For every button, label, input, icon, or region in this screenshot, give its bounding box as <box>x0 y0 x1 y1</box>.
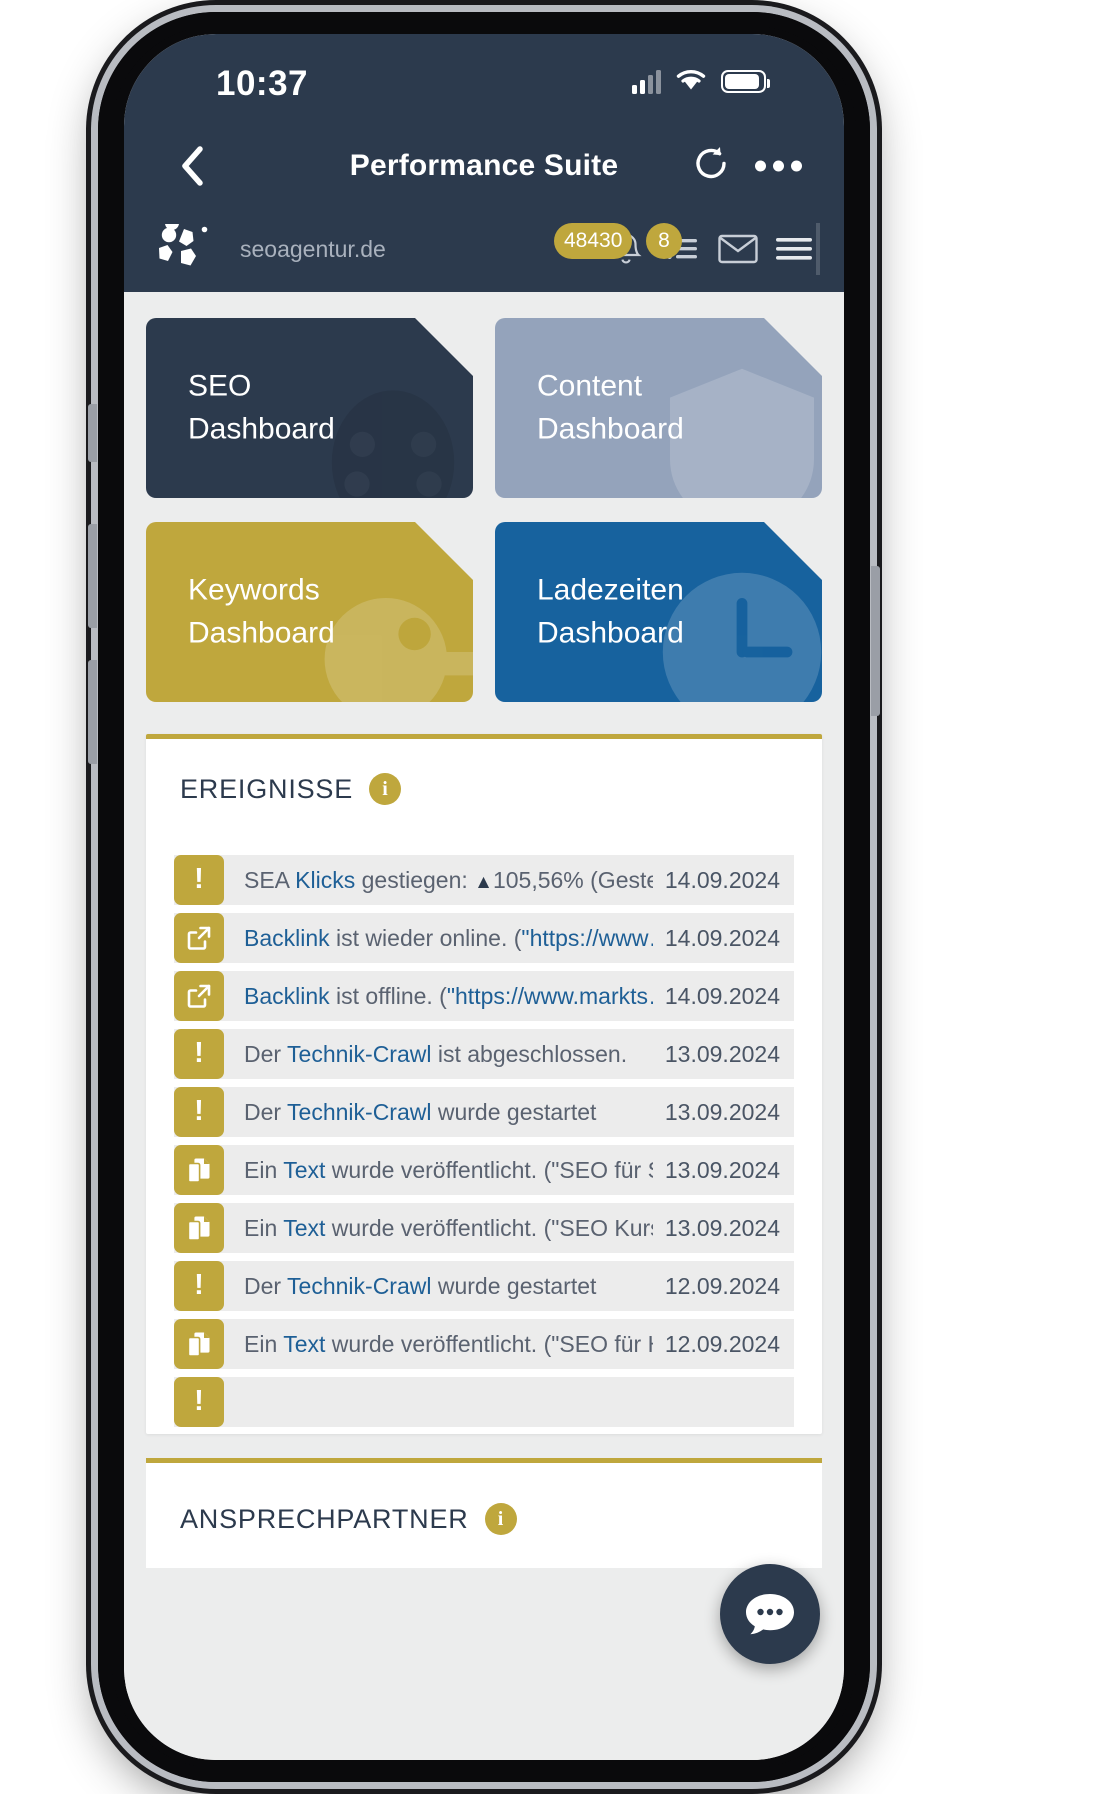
volume-down-button[interactable] <box>88 660 97 764</box>
silent-switch[interactable] <box>88 404 97 462</box>
event-row[interactable]: ! Der Technik-Crawl ist abgeschlossen. 13.… <box>174 1029 794 1079</box>
alert-icon: ! <box>174 1377 224 1427</box>
chevron-left-icon[interactable] <box>170 144 214 188</box>
ansprechpartner-card: ANSPRECHPARTNER i <box>146 1458 822 1568</box>
event-text: Der Technik-Crawl wurde gestartet <box>244 1098 597 1125</box>
event-date: 12.09.2024 <box>664 1330 780 1357</box>
event-row[interactable]: Backlink ist wieder online. ("https://ww… <box>174 913 794 963</box>
event-text: Backlink ist wieder online. ("https://ww… <box>244 924 653 951</box>
refresh-icon[interactable] <box>691 144 731 189</box>
bell-icon[interactable]: 48430 <box>554 223 652 275</box>
task-list-icon[interactable]: 8 <box>646 223 708 275</box>
alert-icon: ! <box>174 1029 224 1079</box>
page-body: SEO Dashboard Content Dashboard Keywords… <box>124 292 844 1760</box>
task-count-badge[interactable]: 8 <box>646 223 682 259</box>
nav-actions <box>691 144 802 189</box>
wifi-icon <box>674 66 708 97</box>
external-link-icon <box>174 913 224 963</box>
info-icon[interactable]: i <box>369 773 402 805</box>
tile-label: Ladezeiten Dashboard <box>537 573 684 649</box>
event-text: Ein Text wurde veröffentlicht. ("SEO für… <box>244 1156 653 1183</box>
tile-label: Content Dashboard <box>537 369 684 445</box>
events-header: EREIGNISSE i <box>146 773 822 805</box>
volume-up-button[interactable] <box>88 524 97 628</box>
partner-title: ANSPRECHPARTNER <box>180 1503 469 1534</box>
header-actions: 48430 8 <box>554 223 820 275</box>
event-text: Ein Text wurde veröffentlicht. ("SEO für… <box>244 1330 653 1357</box>
event-row[interactable]: ! SEA Klicks gestiegen: ▲105,56% (Gestern… <box>174 855 794 905</box>
event-text: SEA Klicks gestiegen: ▲105,56% (Gestern:… <box>244 866 653 893</box>
app-header: seoagentur.de 48430 8 <box>124 206 844 292</box>
event-date: 13.09.2024 <box>664 1098 780 1125</box>
event-row[interactable]: ! <box>174 1377 794 1427</box>
signal-bars-icon <box>632 69 661 94</box>
event-date: 14.09.2024 <box>664 982 780 1009</box>
events-list[interactable]: ! SEA Klicks gestiegen: ▲105,56% (Gestern… <box>146 855 822 1427</box>
event-text: Der Technik-Crawl wurde gestartet <box>244 1272 597 1299</box>
battery-icon <box>721 70 770 93</box>
partner-header: ANSPRECHPARTNER i <box>180 1503 788 1535</box>
tile-label: Keywords Dashboard <box>188 573 335 649</box>
more-dots-icon[interactable] <box>755 160 802 172</box>
event-row[interactable]: ! Der Technik-Crawl wurde gestartet 12.09.… <box>174 1261 794 1311</box>
event-row[interactable]: Backlink ist offline. ("https://www.mark… <box>174 971 794 1021</box>
event-date: 14.09.2024 <box>664 924 780 951</box>
status-indicators <box>632 66 770 97</box>
tile-label: SEO Dashboard <box>188 369 335 445</box>
dashboard-tiles: SEO Dashboard Content Dashboard Keywords… <box>124 292 844 724</box>
copy-documents-icon <box>174 1145 224 1195</box>
chat-bubble-icon[interactable] <box>720 1564 820 1664</box>
events-title: EREIGNISSE <box>180 773 354 804</box>
power-button[interactable] <box>871 566 880 716</box>
tile-keywords-dashboard[interactable]: Keywords Dashboard <box>146 522 473 702</box>
event-date: 12.09.2024 <box>664 1272 780 1299</box>
copy-documents-icon <box>174 1203 224 1253</box>
external-link-icon <box>174 971 224 1021</box>
status-time: 10:37 <box>216 64 309 103</box>
hamburger-menu-icon[interactable] <box>768 223 820 275</box>
tile-seo-dashboard[interactable]: SEO Dashboard <box>146 318 473 498</box>
event-date: 13.09.2024 <box>664 1156 780 1183</box>
copy-documents-icon <box>174 1319 224 1369</box>
navigation-bar: Performance Suite <box>124 126 844 206</box>
header-scroll-indicator <box>816 223 820 275</box>
event-date: 14.09.2024 <box>664 866 780 893</box>
event-row[interactable]: Ein Text wurde veröffentlicht. ("SEO für… <box>174 1319 794 1369</box>
brand-logo-icon[interactable] <box>154 216 210 274</box>
info-icon[interactable]: i <box>484 1503 517 1535</box>
event-text: Ein Text wurde veröffentlicht. ("SEO Kur… <box>244 1214 653 1241</box>
account-domain[interactable]: seoagentur.de <box>240 236 386 263</box>
event-row[interactable]: Ein Text wurde veröffentlicht. ("SEO Kur… <box>174 1203 794 1253</box>
events-card: EREIGNISSE i ! SEA Klicks gestiegen: ▲105… <box>146 734 822 1434</box>
alert-icon: ! <box>174 1087 224 1137</box>
tile-ladezeiten-dashboard[interactable]: Ladezeiten Dashboard <box>495 522 822 702</box>
tile-content-dashboard[interactable]: Content Dashboard <box>495 318 822 498</box>
event-text: Backlink ist offline. ("https://www.mark… <box>244 982 653 1009</box>
event-date: 13.09.2024 <box>664 1214 780 1241</box>
alert-icon: ! <box>174 855 224 905</box>
status-bar: 10:37 <box>124 34 844 126</box>
phone-screen: 10:37 Performance Suite seoagentur.de 48… <box>124 34 844 1760</box>
notification-count-badge[interactable]: 48430 <box>554 223 633 259</box>
event-row[interactable]: ! Der Technik-Crawl wurde gestartet 13.09.… <box>174 1087 794 1137</box>
event-date: 13.09.2024 <box>664 1040 780 1067</box>
event-row[interactable]: Ein Text wurde veröffentlicht. ("SEO für… <box>174 1145 794 1195</box>
event-text: Der Technik-Crawl ist abgeschlossen. <box>244 1040 628 1067</box>
mail-icon[interactable] <box>712 223 764 275</box>
alert-icon: ! <box>174 1261 224 1311</box>
